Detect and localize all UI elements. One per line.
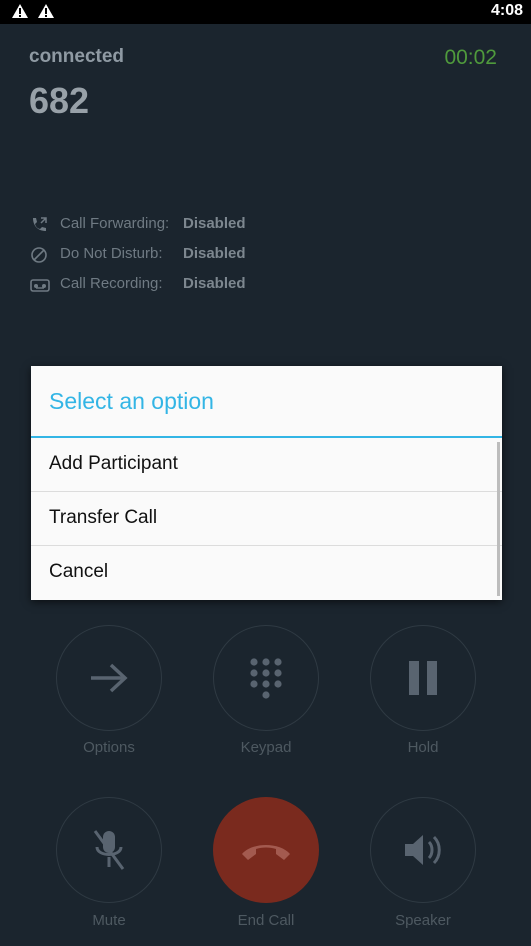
phone-hangup-icon xyxy=(242,845,290,860)
feature-value: Disabled xyxy=(183,275,246,292)
speaker-label: Speaker xyxy=(395,912,451,929)
option-label: Cancel xyxy=(49,561,109,582)
warning-icon xyxy=(12,4,28,18)
end-call-button[interactable] xyxy=(213,797,319,903)
mute-label: Mute xyxy=(92,912,126,929)
options-label: Options xyxy=(83,739,135,756)
warning-icon xyxy=(38,4,54,18)
caller-number: 682 xyxy=(29,80,90,121)
option-cancel[interactable]: Cancel xyxy=(31,546,502,600)
status-bar: 4:08 xyxy=(0,0,531,24)
dialog-title: Select an option xyxy=(49,388,214,414)
option-add-participant[interactable]: Add Participant xyxy=(31,438,502,492)
pause-icon xyxy=(409,661,437,695)
feature-label: Do Not Disturb: xyxy=(60,245,163,262)
call-state: connected xyxy=(29,46,125,67)
hold-button[interactable] xyxy=(370,625,476,731)
feature-label: Call Forwarding: xyxy=(60,215,170,232)
keypad-icon xyxy=(250,658,282,699)
keypad-label: Keypad xyxy=(240,739,292,756)
option-transfer-call[interactable]: Transfer Call xyxy=(31,492,502,546)
arrow-right-icon xyxy=(91,663,128,693)
feature-value: Disabled xyxy=(183,215,246,232)
options-button[interactable] xyxy=(56,625,162,731)
call-timer: 00:02 xyxy=(444,46,497,69)
mic-off-icon xyxy=(93,830,125,870)
speaker-button[interactable] xyxy=(370,797,476,903)
do-not-disturb-icon xyxy=(31,247,47,263)
speaker-icon xyxy=(405,835,441,865)
hold-label: Hold xyxy=(407,739,439,756)
status-time: 4:08 xyxy=(490,2,523,19)
option-label: Transfer Call xyxy=(49,507,158,528)
select-option-dialog: Select an option Add Participant Transfe… xyxy=(31,366,502,600)
end-call-label: End Call xyxy=(237,912,295,929)
mute-button[interactable] xyxy=(56,797,162,903)
recording-icon xyxy=(30,279,50,292)
call-forward-icon xyxy=(33,217,47,231)
keypad-button[interactable] xyxy=(213,625,319,731)
option-label: Add Participant xyxy=(49,453,178,474)
feature-value: Disabled xyxy=(183,245,246,262)
feature-label: Call Recording: xyxy=(60,275,163,292)
dialog-scrollbar[interactable] xyxy=(497,442,500,596)
